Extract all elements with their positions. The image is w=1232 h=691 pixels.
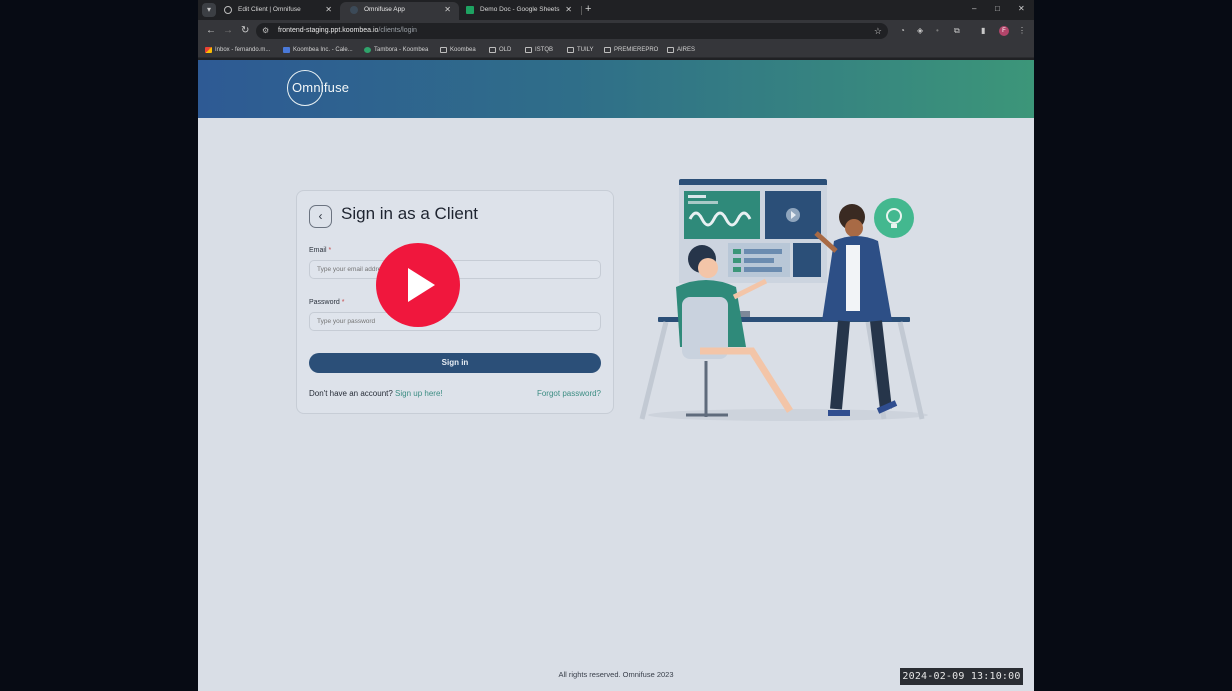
play-icon[interactable]	[376, 243, 460, 327]
close-icon[interactable]: ✕	[565, 2, 572, 18]
tab-omnifuse-app[interactable]: Omnifuse App ✕	[340, 2, 459, 20]
close-icon[interactable]: ✕	[325, 2, 332, 18]
back-arrow-icon[interactable]: ←	[206, 24, 216, 38]
app-favicon-icon	[350, 6, 358, 14]
bookmarks-bar: Inbox - fernando.m... Koombea Inc. - Cal…	[198, 42, 1034, 58]
globe-icon	[224, 6, 232, 14]
email-label: Email *	[309, 247, 331, 254]
avatar[interactable]: F	[999, 26, 1009, 36]
maximize-button[interactable]: □	[995, 3, 1000, 15]
puzzle-icon[interactable]: ⧉	[954, 25, 960, 37]
extension-icon[interactable]: •	[936, 25, 939, 37]
bookmark-item[interactable]: Inbox - fernando.m...	[205, 42, 270, 58]
bookmark-item[interactable]: Koombea	[440, 42, 476, 58]
web-page: Omnifuse ‹ Sign in as a Client Email * P…	[198, 60, 1034, 691]
browser-window: ▾ Edit Client | Omnifuse ✕ Omnifuse App …	[198, 0, 1034, 691]
bookmark-label: Inbox - fernando.m...	[215, 47, 271, 53]
address-host: frontend-staging.ppt.koombea.io	[278, 27, 379, 34]
site-settings-icon[interactable]: ⚙	[262, 24, 269, 38]
new-tab-button[interactable]: +	[585, 3, 591, 15]
bookmark-label: ISTQB	[535, 47, 554, 53]
bookmark-label: Koombea	[450, 47, 476, 53]
tab-strip: ▾ Edit Client | Omnifuse ✕ Omnifuse App …	[198, 0, 1034, 20]
browser-toolbar: ← → ↻ ⚙ frontend-staging.ppt.koombea.io/…	[198, 20, 1034, 42]
sheets-icon	[466, 6, 474, 14]
address-path: /clients/login	[378, 27, 417, 34]
tab-divider	[581, 6, 582, 15]
workspace-illustration	[639, 179, 928, 421]
bookmark-item[interactable]: OLD	[489, 42, 511, 58]
recording-timestamp: 2024-02-09 13:10:00	[900, 668, 1023, 685]
extension-icon[interactable]: ◔	[900, 25, 905, 37]
email-label-text: Email	[309, 247, 327, 254]
folder-icon	[489, 47, 496, 53]
forward-arrow-icon[interactable]: →	[223, 24, 233, 38]
sign-up-link[interactable]: Sign up here!	[395, 389, 443, 398]
folder-icon	[440, 47, 447, 53]
folder-icon	[667, 47, 674, 53]
bookmark-label: Tambora - Koombea	[374, 47, 429, 53]
side-panel-icon[interactable]: ▮	[981, 25, 985, 37]
bookmark-item[interactable]: PREMIEREPRO	[604, 42, 658, 58]
bookmark-label: PREMIEREPRO	[614, 47, 659, 53]
bookmark-item[interactable]: TUILY	[567, 42, 594, 58]
bookmark-item[interactable]: ISTQB	[525, 42, 553, 58]
calendar-icon	[283, 47, 290, 53]
close-window-button[interactable]: ✕	[1018, 3, 1025, 15]
forgot-password-link[interactable]: Forgot password?	[537, 389, 601, 398]
reload-icon[interactable]: ↻	[241, 24, 249, 38]
tab-edit-client[interactable]: Edit Client | Omnifuse ✕	[214, 2, 340, 20]
folder-icon	[604, 47, 611, 53]
bookmark-item[interactable]: Koombea Inc. - Cale...	[283, 42, 353, 58]
bookmark-star-icon[interactable]: ☆	[874, 23, 882, 39]
signup-row: Don't have an account? Sign up here!	[309, 389, 443, 398]
close-icon[interactable]: ✕	[444, 2, 451, 18]
tambora-icon	[364, 47, 371, 53]
folder-icon	[567, 47, 574, 53]
password-label-text: Password	[309, 299, 340, 306]
sign-in-button[interactable]: Sign in	[309, 353, 601, 373]
address-url: frontend-staging.ppt.koombea.io/clients/…	[278, 23, 417, 39]
tab-title: Demo Doc - Google Sheets	[480, 6, 560, 13]
address-bar[interactable]: ⚙ frontend-staging.ppt.koombea.io/client…	[256, 23, 888, 39]
gmail-icon	[205, 47, 212, 53]
back-button[interactable]: ‹	[309, 205, 332, 228]
bookmark-item[interactable]: Tambora - Koombea	[364, 42, 428, 58]
password-label: Password *	[309, 299, 344, 306]
app-header: Omnifuse	[198, 60, 1034, 118]
password-field[interactable]	[309, 312, 601, 331]
bookmark-item[interactable]: AIRES	[667, 42, 695, 58]
bookmark-label: OLD	[499, 47, 512, 53]
tab-demo-doc[interactable]: Demo Doc - Google Sheets ✕	[456, 2, 580, 20]
brand-logo[interactable]: Omnifuse	[292, 80, 349, 95]
bookmark-label: TUILY	[577, 47, 594, 53]
tab-title: Edit Client | Omnifuse	[238, 6, 301, 13]
folder-icon	[525, 47, 532, 53]
required-mark: *	[341, 299, 345, 306]
tab-title: Omnifuse App	[364, 6, 405, 13]
signup-prompt: Don't have an account?	[309, 389, 393, 398]
page-title: Sign in as a Client	[341, 204, 479, 223]
extension-icon[interactable]: ◈	[917, 25, 923, 37]
required-mark: *	[328, 247, 332, 254]
menu-icon[interactable]: ⋮	[1018, 25, 1026, 37]
bookmark-label: Koombea Inc. - Cale...	[293, 47, 353, 53]
chevron-left-icon: ‹	[318, 209, 323, 223]
video-frame: ▾ Edit Client | Omnifuse ✕ Omnifuse App …	[0, 0, 1232, 691]
bookmark-label: AIRES	[677, 47, 696, 53]
minimize-button[interactable]: –	[972, 3, 976, 15]
